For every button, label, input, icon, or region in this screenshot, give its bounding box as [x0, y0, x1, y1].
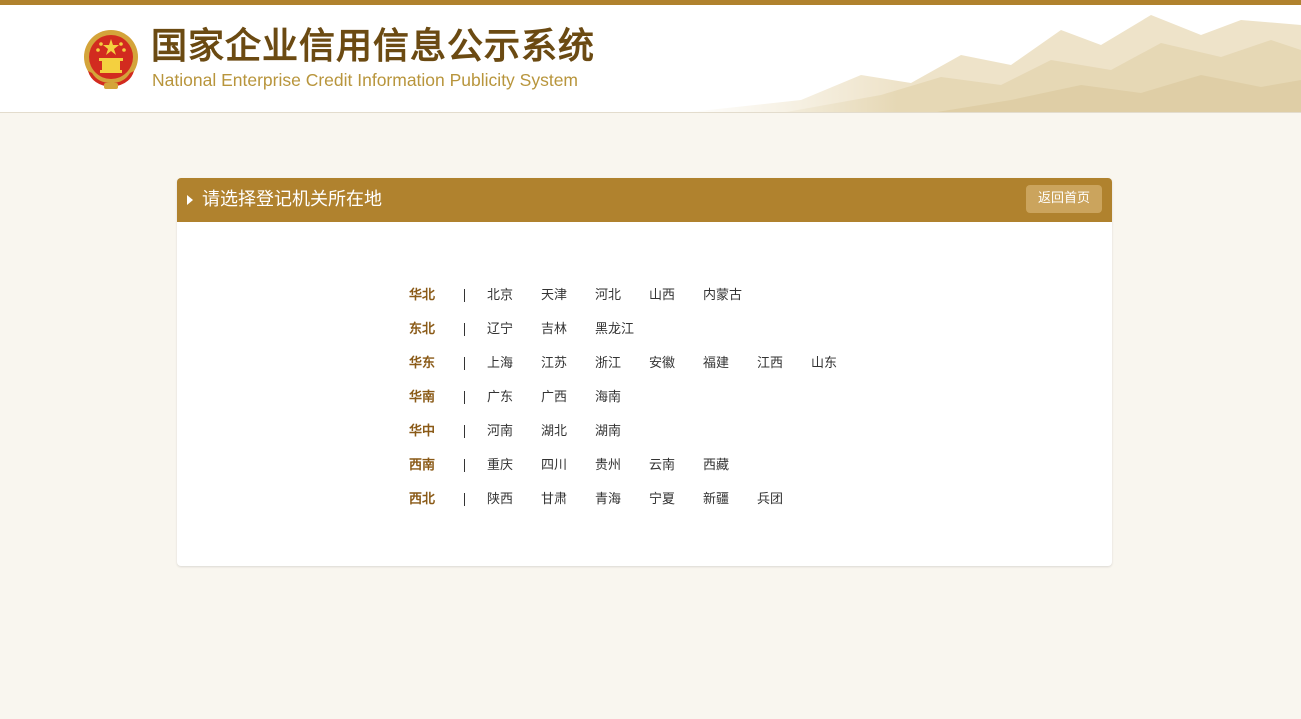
region-label: 华北: [409, 288, 436, 303]
region-separator: [464, 323, 465, 336]
province-link[interactable]: 陕西: [487, 490, 513, 510]
province-link[interactable]: 广西: [541, 388, 567, 408]
region-label: 华南: [409, 390, 436, 405]
region-separator: [464, 459, 465, 472]
region-separator: [464, 391, 465, 404]
site-title-chinese: 国家企业信用信息公示系统: [151, 26, 596, 67]
province-link[interactable]: 甘肃: [541, 490, 567, 510]
region-separator: [464, 425, 465, 438]
site-title-english: National Enterprise Credit Information P…: [152, 70, 579, 90]
province-link[interactable]: 新疆: [703, 490, 729, 510]
national-emblem-icon: [84, 30, 138, 89]
province-link[interactable]: 广东: [487, 388, 513, 408]
panel-header: 请选择登记机关所在地 返回首页: [177, 178, 1112, 222]
province-link[interactable]: 青海: [595, 490, 621, 510]
province-link[interactable]: 海南: [595, 388, 621, 408]
province-link[interactable]: 河南: [487, 422, 513, 442]
province-link[interactable]: 内蒙古: [703, 286, 742, 306]
province-link[interactable]: 山东: [811, 354, 837, 374]
region-separator: [464, 289, 465, 302]
province-link[interactable]: 宁夏: [649, 490, 675, 510]
panel-title: 请选择登记机关所在地: [202, 189, 382, 210]
province-link[interactable]: 湖南: [595, 422, 621, 442]
region-separator: [464, 357, 465, 370]
province-link[interactable]: 北京: [487, 286, 513, 306]
province-link[interactable]: 四川: [541, 456, 567, 476]
province-link[interactable]: 江苏: [541, 354, 567, 374]
province-link[interactable]: 西藏: [703, 456, 729, 476]
province-link[interactable]: 河北: [595, 286, 621, 306]
province-link[interactable]: 福建: [703, 354, 729, 374]
return-home-button[interactable]: 返回首页: [1026, 185, 1102, 213]
province-link[interactable]: 浙江: [595, 354, 621, 374]
caret-right-icon: [187, 195, 193, 205]
province-link[interactable]: 云南: [649, 456, 675, 476]
province-link[interactable]: 天津: [541, 286, 567, 306]
region-label: 东北: [409, 322, 436, 337]
region-select-panel: 请选择登记机关所在地 返回首页 华北 北京 天津 河北 山西 内蒙古东北 辽宁 吉林 黑龙江华东…: [177, 178, 1112, 566]
province-link[interactable]: 黑龙江: [595, 320, 634, 340]
province-link[interactable]: 安徽: [649, 354, 675, 374]
province-link[interactable]: 江西: [757, 354, 783, 374]
region-label: 西南: [409, 458, 436, 473]
province-link[interactable]: 兵团: [757, 490, 783, 510]
province-link[interactable]: 上海: [487, 354, 513, 374]
region-label: 华东: [409, 356, 436, 371]
province-link[interactable]: 湖北: [541, 422, 567, 442]
region-separator: [464, 493, 465, 506]
mountain-landscape-decoration: [681, 5, 1301, 112]
province-link[interactable]: 山西: [649, 286, 675, 306]
region-label: 华中: [409, 424, 436, 439]
site-header: 国家企业信用信息公示系统 National Enterprise Credit …: [0, 5, 1301, 113]
province-link[interactable]: 贵州: [595, 456, 621, 476]
province-link[interactable]: 吉林: [541, 320, 567, 340]
province-link[interactable]: 辽宁: [487, 320, 513, 340]
region-label: 西北: [409, 492, 436, 507]
province-link[interactable]: 重庆: [487, 456, 513, 476]
